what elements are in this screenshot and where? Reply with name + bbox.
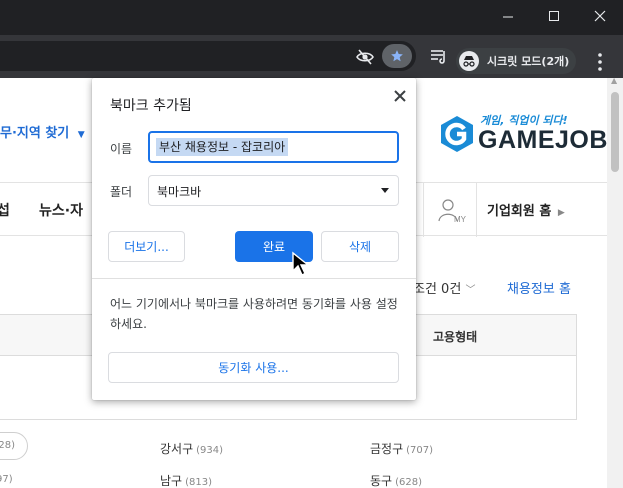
gamejob-logo-mark — [441, 116, 473, 152]
dropdown-caret-icon — [381, 188, 389, 193]
corporate-home-label: 기업회원 홈 — [487, 204, 552, 219]
maximize-button[interactable] — [531, 0, 577, 32]
reading-list-icon[interactable] — [430, 48, 448, 64]
dialog-divider — [92, 278, 416, 279]
nav-divider — [476, 183, 477, 237]
area-count: 28) — [0, 440, 15, 451]
area-name: 강서구 — [160, 442, 194, 456]
more-button[interactable]: 더보기... — [108, 231, 185, 262]
area-count: (628) — [395, 477, 422, 488]
area-item[interactable]: 남구 (813) — [160, 472, 212, 488]
bookmark-name-value: 부산 채용정보 - 잡코리아 — [156, 138, 289, 156]
area-name: 동구 — [370, 474, 393, 488]
area-item[interactable]: 동구 (628) — [370, 472, 422, 488]
browser-toolbar: 시크릿 모드(2개) — [0, 35, 623, 78]
star-icon — [391, 50, 403, 62]
maximize-icon — [549, 11, 559, 21]
my-page-icon[interactable]: MY — [438, 197, 468, 223]
bookmark-added-dialog: 북마크 추가됨 이름 부산 채용정보 - 잡코리아 폴더 북마크바 더보기...… — [92, 78, 416, 400]
gamejob-logo[interactable]: 게임, 직업이 되다! GAMEJOB — [438, 108, 607, 160]
area-name: 남구 — [160, 474, 183, 488]
mouse-cursor-icon — [292, 251, 310, 276]
scroll-thumb[interactable] — [611, 92, 619, 172]
bookmark-star-button[interactable] — [382, 44, 412, 68]
sync-message: 어느 기기에서나 북마크를 사용하려면 동기화를 사용 설정하세요. — [110, 297, 398, 331]
incognito-indicator[interactable]: 시크릿 모드(2개) — [456, 48, 576, 74]
area-item[interactable]: 금정구 (707) — [370, 440, 433, 457]
chevron-down-icon: ﹀ — [465, 285, 476, 296]
nav-item-partial[interactable]: 섭 — [0, 200, 10, 220]
logo-brand: GAMEJOB — [478, 126, 607, 154]
incognito-label: 시크릿 모드(2개) — [487, 55, 570, 68]
caret-down-icon: ▼ — [77, 130, 85, 140]
chevron-right-icon: ▶ — [557, 208, 565, 218]
dialog-title: 북마크 추가됨 — [110, 98, 192, 114]
bookmark-name-input[interactable]: 부산 채용정보 - 잡코리아 — [148, 131, 399, 163]
enable-sync-button[interactable]: 동기화 사용... — [108, 352, 399, 383]
area-item[interactable]: 강서구 (934) — [160, 440, 223, 457]
area-count: (707) — [406, 445, 434, 456]
folder-value: 북마크바 — [157, 185, 202, 199]
area-count: 97) — [0, 474, 13, 485]
address-bar[interactable] — [0, 41, 416, 71]
browser-window: 시크릿 모드(2개) 무·지역 찾기 ▼ 게임, 직업이 되다! GAMEJOB… — [0, 0, 623, 488]
name-label: 이름 — [110, 142, 133, 156]
close-icon — [594, 10, 606, 22]
kebab-menu-icon[interactable] — [598, 53, 602, 71]
region-search-link[interactable]: 무·지역 찾기 ▼ — [0, 122, 85, 141]
minimize-icon — [503, 16, 513, 18]
folder-select[interactable]: 북마크바 — [148, 175, 399, 206]
nav-divider — [423, 183, 424, 237]
area-chip[interactable]: 28) — [0, 432, 28, 460]
dialog-close-button[interactable] — [388, 84, 412, 108]
region-link-label: 무·지역 찾기 — [0, 126, 70, 141]
incognito-icon — [459, 51, 479, 71]
scroll-up-icon[interactable]: ▲ — [611, 76, 617, 85]
area-name: 금정구 — [370, 442, 404, 456]
title-bar — [0, 0, 623, 35]
close-window-button[interactable] — [577, 0, 623, 32]
close-icon — [394, 90, 406, 102]
area-count: (813) — [185, 477, 212, 488]
corporate-home-link[interactable]: 기업회원 홈 ▶ — [487, 200, 565, 219]
nav-item-news[interactable]: 뉴스·자 — [39, 200, 83, 220]
area-count: (934) — [196, 445, 224, 456]
conditions-label: 조건 0건 — [413, 282, 462, 297]
conditions-filter[interactable]: 조건 0건 ﹀ — [413, 278, 475, 297]
folder-label: 폴더 — [110, 185, 133, 199]
delete-button[interactable]: 삭제 — [321, 231, 399, 262]
employment-type-header: 고용형태 — [433, 330, 478, 344]
minimize-button[interactable] — [485, 0, 531, 32]
my-label: MY — [454, 215, 467, 223]
job-info-home-link[interactable]: 채용정보 홈 — [507, 278, 571, 297]
eye-slash-icon[interactable] — [356, 49, 374, 65]
page-scrollbar[interactable]: ▲ — [607, 76, 623, 488]
